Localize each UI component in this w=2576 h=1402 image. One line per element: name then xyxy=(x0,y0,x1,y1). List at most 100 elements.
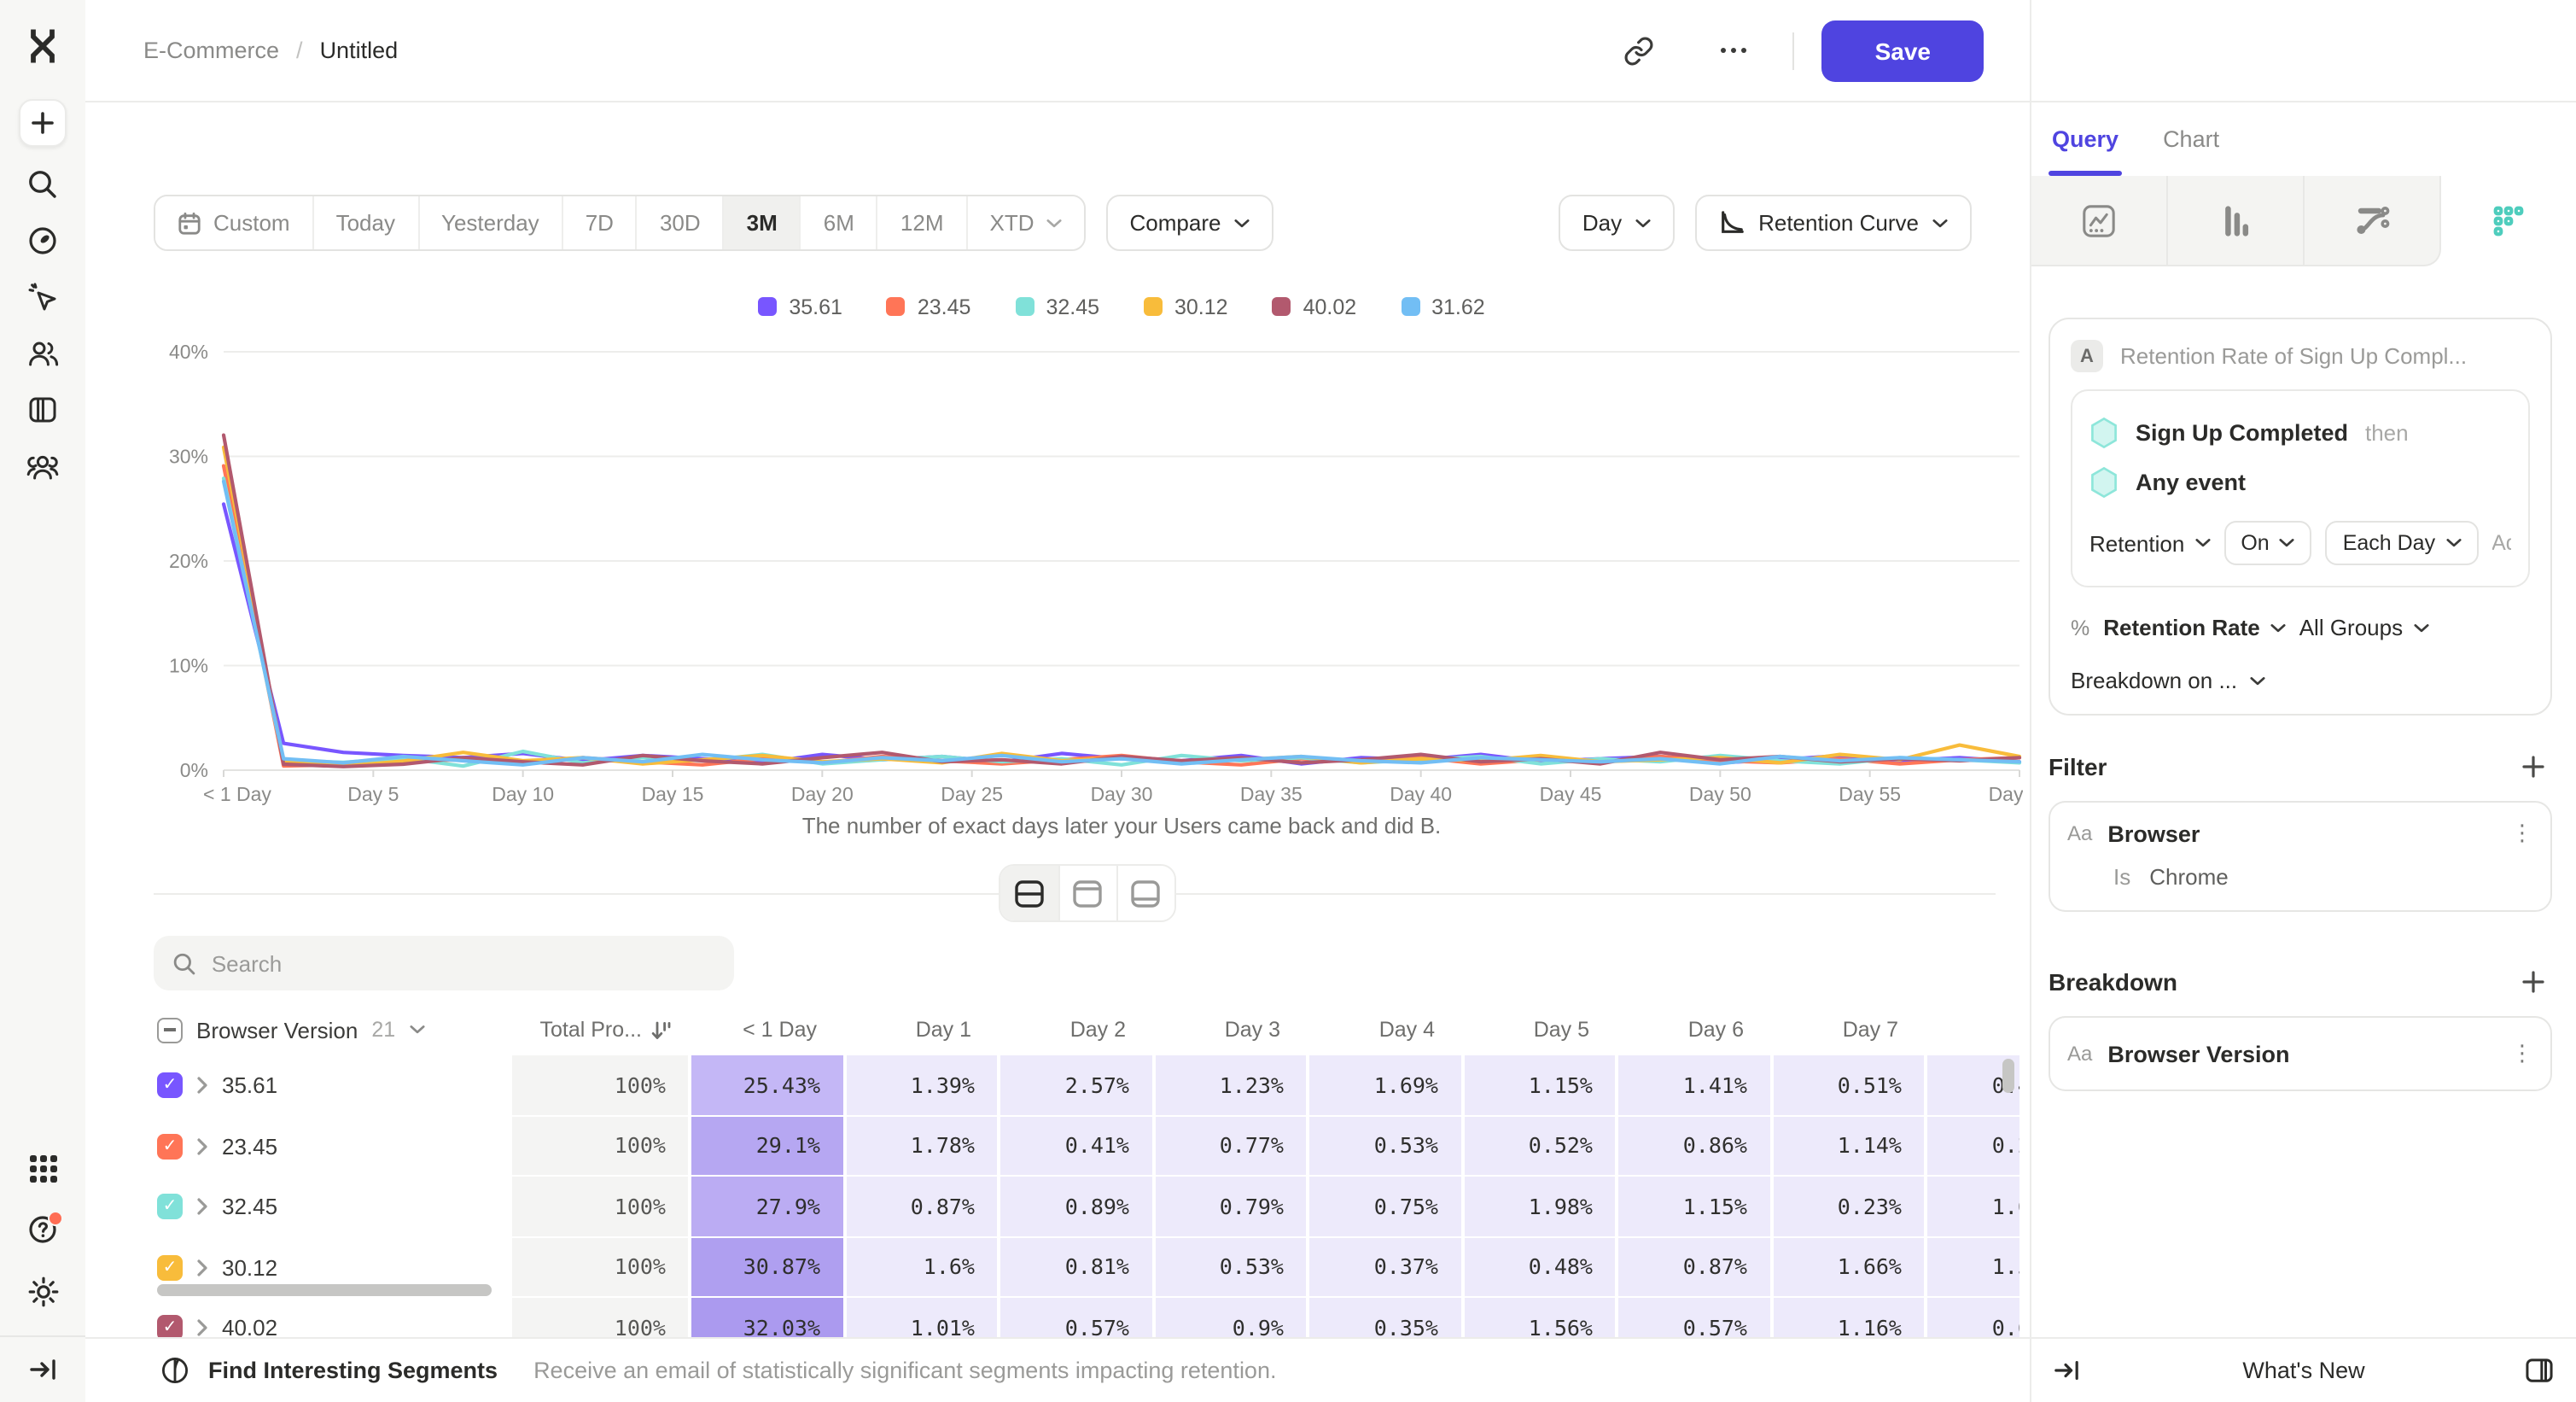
whats-new-link[interactable]: What's New xyxy=(2031,1358,2576,1383)
retention-cell[interactable]: 0.37% xyxy=(1309,1237,1464,1298)
layout-panel-icon[interactable] xyxy=(2525,1358,2554,1383)
group-column-header[interactable]: Browser Version21 xyxy=(154,1017,512,1043)
retention-type-dropdown[interactable]: Retention xyxy=(2089,530,2210,556)
apps-grid-icon[interactable] xyxy=(14,1141,72,1197)
retention-cell[interactable]: 0.23% xyxy=(1773,1177,1927,1237)
tab-chart[interactable]: Chart xyxy=(2163,102,2219,176)
retention-cell[interactable]: 0.53% xyxy=(1309,1116,1464,1177)
legend-item[interactable]: 23.45 xyxy=(887,294,971,319)
retention-cell[interactable]: 1.15% xyxy=(1464,1055,1618,1116)
retention-cell[interactable]: 0.51% xyxy=(1773,1055,1927,1116)
filter-value-dropdown[interactable]: Chrome xyxy=(2149,864,2229,890)
add-filter-button[interactable] xyxy=(2515,748,2552,786)
segments-title[interactable]: Find Interesting Segments xyxy=(208,1358,498,1383)
legend-item[interactable]: 35.61 xyxy=(758,294,842,319)
total-cell[interactable]: 100% xyxy=(512,1177,691,1237)
help-icon[interactable] xyxy=(14,1200,72,1257)
events-cursor-icon[interactable] xyxy=(14,268,72,324)
expand-row-icon[interactable] xyxy=(196,1198,208,1217)
save-button[interactable]: Save xyxy=(1822,20,1984,81)
day-column-header[interactable]: Day 1 xyxy=(846,1018,1000,1042)
range-12m[interactable]: 12M xyxy=(877,196,966,249)
retention-advanced-dropdown[interactable]: Adv... xyxy=(2491,531,2511,555)
retention-cell[interactable]: 0.52% xyxy=(1464,1116,1618,1177)
retention-cell[interactable]: 1.66% xyxy=(1773,1237,1927,1298)
table-row-32.45[interactable]: ✓ 32.45100%27.9%0.87%0.89%0.79%0.75%1.98… xyxy=(154,1177,2019,1237)
day-column-header[interactable]: Day 4 xyxy=(1309,1018,1464,1042)
table-row-40.02[interactable]: ✓ 40.02100%32.03%1.01%0.57%0.9%0.35%1.56… xyxy=(154,1298,2019,1337)
range-7d[interactable]: 7D xyxy=(562,196,636,249)
retention-cell[interactable]: 0.68% xyxy=(1927,1298,2019,1337)
legend-item[interactable]: 30.12 xyxy=(1144,294,1228,319)
retention-on-dropdown[interactable]: On xyxy=(2223,521,2311,565)
compare-button[interactable]: Compare xyxy=(1106,195,1274,251)
query-step-2[interactable]: Any event xyxy=(2089,458,2511,507)
row-checkbox[interactable]: ✓ xyxy=(157,1316,183,1338)
retention-cell[interactable]: 32.03% xyxy=(691,1298,846,1337)
retention-cell[interactable]: 0.77% xyxy=(1155,1116,1309,1177)
filter-kebab-icon[interactable]: ⋮ xyxy=(2511,820,2533,847)
query-title-row[interactable]: A Retention Rate of Sign Up Compl... xyxy=(2071,340,2530,372)
retention-cell[interactable]: 0.53% xyxy=(1155,1237,1309,1298)
groups-dropdown[interactable]: All Groups xyxy=(2299,615,2428,640)
layout-split-button[interactable] xyxy=(1000,866,1058,920)
total-cell[interactable]: 100% xyxy=(512,1055,691,1116)
day-column-header[interactable]: < 1 Day xyxy=(691,1018,846,1042)
total-cell[interactable]: 100% xyxy=(512,1237,691,1298)
retention-cell[interactable]: 1.69% xyxy=(1309,1055,1464,1116)
report-type-insights[interactable] xyxy=(2031,176,2168,266)
retention-cell[interactable]: 0.48% xyxy=(1464,1237,1618,1298)
cohorts-icon[interactable] xyxy=(14,437,72,494)
retention-cell[interactable]: 0.9% xyxy=(1155,1298,1309,1337)
range-xtd[interactable]: XTD xyxy=(966,196,1084,249)
range-30d[interactable]: 30D xyxy=(636,196,723,249)
chart-type-dropdown[interactable]: Retention Curve xyxy=(1695,195,1972,251)
search-input[interactable] xyxy=(212,950,715,976)
retention-cell[interactable]: 2.57% xyxy=(1000,1055,1155,1116)
retention-cell[interactable]: 0.29% xyxy=(1927,1116,2019,1177)
total-cell[interactable]: 100% xyxy=(512,1116,691,1177)
table-row-23.45[interactable]: ✓ 23.45100%29.1%1.78%0.41%0.77%0.53%0.52… xyxy=(154,1116,2019,1177)
breakdown-on-dropdown[interactable]: Breakdown on ... xyxy=(2071,668,2530,693)
retention-cell[interactable]: 0.57% xyxy=(1000,1298,1155,1337)
report-type-funnels[interactable] xyxy=(2168,176,2305,266)
interesting-segments-bar[interactable]: Find Interesting Segments Receive an ema… xyxy=(85,1337,2030,1402)
create-new-button[interactable] xyxy=(19,99,67,147)
select-all-checkbox[interactable] xyxy=(157,1017,183,1043)
discover-compass-icon[interactable] xyxy=(14,212,72,268)
layout-chart-top-button[interactable] xyxy=(1058,866,1116,920)
retention-cell[interactable]: 1.56% xyxy=(1464,1298,1618,1337)
retention-cell[interactable]: 1.14% xyxy=(1773,1116,1927,1177)
row-checkbox[interactable]: ✓ xyxy=(157,1195,183,1220)
row-checkbox[interactable]: ✓ xyxy=(157,1255,183,1281)
breadcrumb-report-title[interactable]: Untitled xyxy=(320,38,399,63)
vertical-scrollbar[interactable] xyxy=(2002,1059,2014,1093)
more-options-icon[interactable] xyxy=(1708,25,1759,76)
range-today[interactable]: Today xyxy=(312,196,417,249)
expand-row-icon[interactable] xyxy=(196,1319,208,1338)
filter-operator-dropdown[interactable]: Is xyxy=(2113,864,2130,890)
tab-query[interactable]: Query xyxy=(2052,102,2118,176)
legend-item[interactable]: 31.62 xyxy=(1401,294,1485,319)
retention-cell[interactable]: 1.02% xyxy=(1927,1177,2019,1237)
retention-interval-dropdown[interactable]: Each Day xyxy=(2326,521,2478,565)
collapse-panel-icon[interactable] xyxy=(2054,1358,2079,1383)
range-yesterday[interactable]: Yesterday xyxy=(417,196,562,249)
day-column-header[interactable]: Day 6 xyxy=(1618,1018,1773,1042)
retention-cell[interactable]: 0.79% xyxy=(1155,1177,1309,1237)
filter-property-row[interactable]: Aa Browser ⋮ xyxy=(2067,820,2533,847)
range-6m[interactable]: 6M xyxy=(800,196,877,249)
breakdown-property-row[interactable]: Aa Browser Version ⋮ xyxy=(2067,1040,2533,1067)
retention-cell[interactable]: 1.39% xyxy=(846,1055,1000,1116)
retention-cell[interactable]: 0.35% xyxy=(1309,1298,1464,1337)
granularity-dropdown[interactable]: Day xyxy=(1559,195,1675,251)
expand-row-icon[interactable] xyxy=(196,1077,208,1095)
retention-cell[interactable]: 1.16% xyxy=(1773,1298,1927,1337)
breakdown-kebab-icon[interactable]: ⋮ xyxy=(2511,1040,2533,1067)
report-type-flows[interactable] xyxy=(2305,176,2441,266)
retention-cell[interactable]: 1.31% xyxy=(1927,1237,2019,1298)
query-step-1[interactable]: Sign Up Completedthen xyxy=(2089,408,2511,458)
retention-cell[interactable]: 25.43% xyxy=(691,1055,846,1116)
expand-sidebar-icon[interactable] xyxy=(14,1344,72,1395)
horizontal-scrollbar[interactable] xyxy=(157,1284,492,1296)
